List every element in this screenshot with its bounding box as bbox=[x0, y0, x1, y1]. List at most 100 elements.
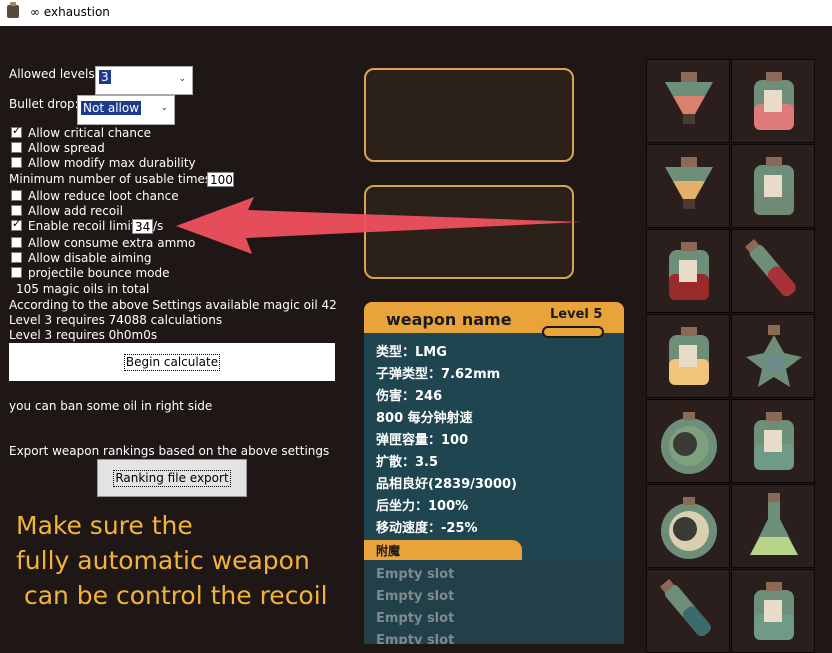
checkbox-allow-spread[interactable]: Allow spread bbox=[11, 141, 105, 155]
checkbox-label: Allow consume extra ammo bbox=[28, 236, 196, 250]
oil-potion-icon bbox=[754, 582, 794, 640]
checkbox-label: projectile bounce mode bbox=[28, 266, 170, 280]
calc-count-text: Level 3 requires 74088 calculations bbox=[9, 313, 223, 327]
chevron-down-icon: ⌄ bbox=[178, 74, 186, 84]
weapon-name: weapon name bbox=[386, 310, 512, 329]
weapon-level: Level 5 bbox=[550, 307, 603, 322]
oil-potion-icon bbox=[744, 239, 796, 297]
stat-magazine: 弹匣容量：100 bbox=[376, 433, 469, 448]
checkbox-box[interactable] bbox=[11, 142, 22, 153]
recoil-unit: /s bbox=[153, 219, 164, 233]
oil-cell[interactable] bbox=[731, 144, 815, 228]
checkbox-box[interactable] bbox=[11, 237, 22, 248]
total-oils-text: 105 magic oils in total bbox=[16, 282, 150, 296]
checkbox-projectile-bounce[interactable]: projectile bounce mode bbox=[11, 266, 170, 280]
checkbox-allow-disable-aiming[interactable]: Allow disable aiming bbox=[11, 251, 152, 265]
weapon-card: weapon name Level 5 类型：LMG 子弹类型：7.62mm 伤… bbox=[364, 302, 624, 644]
stat-fire-rate: 800 每分钟射速 bbox=[376, 411, 473, 426]
checkbox-label: Allow disable aiming bbox=[28, 251, 152, 265]
oil-cell[interactable] bbox=[646, 144, 730, 228]
oil-cell[interactable] bbox=[731, 314, 815, 398]
oil-potion-icon bbox=[669, 327, 709, 385]
oil-cell[interactable] bbox=[646, 314, 730, 398]
checkbox-box[interactable] bbox=[11, 217, 22, 231]
allowed-levels-select[interactable]: 3 ⌄ bbox=[95, 66, 193, 95]
oil-potion-icon bbox=[669, 242, 709, 300]
stat-move-speed: 移动速度：-25% bbox=[376, 521, 478, 536]
checkbox-box[interactable] bbox=[11, 252, 22, 263]
enchant-slot[interactable]: Empty slot bbox=[376, 630, 454, 644]
checkbox-label: Allow spread bbox=[28, 141, 105, 155]
checkbox-box[interactable] bbox=[11, 205, 22, 216]
begin-calculate-button[interactable]: Begin calculate bbox=[9, 343, 335, 381]
ranking-export-button[interactable]: Ranking file export bbox=[97, 459, 247, 497]
allowed-levels-value: 3 bbox=[99, 70, 111, 84]
available-oils-text: According to the above Settings availabl… bbox=[9, 298, 337, 312]
min-usable-input[interactable]: 100 bbox=[207, 172, 234, 187]
bullet-drop-label: Bullet drop: bbox=[9, 97, 79, 111]
ranking-export-label: Ranking file export bbox=[113, 469, 231, 487]
checkbox-label: Allow add recoil bbox=[28, 204, 123, 218]
title-bar: ∞ exhaustion bbox=[0, 0, 832, 26]
note-line: Make sure the bbox=[16, 511, 193, 540]
stat-spread: 扩散：3.5 bbox=[376, 455, 439, 470]
oil-potion-icon bbox=[754, 72, 794, 130]
ban-hint-text: you can ban some oil in right side bbox=[9, 399, 213, 413]
oil-potion-icon bbox=[665, 72, 713, 124]
min-usable-label: Minimum number of usable times: bbox=[9, 172, 216, 186]
oil-cell[interactable] bbox=[731, 229, 815, 313]
window-title: ∞ exhaustion bbox=[30, 5, 110, 19]
oil-cell[interactable] bbox=[646, 569, 730, 653]
checkbox-allow-modify-durability[interactable]: Allow modify max durability bbox=[11, 156, 196, 170]
stat-recoil: 后坐力：100% bbox=[376, 499, 469, 514]
checkbox-allow-add-recoil[interactable]: Allow add recoil bbox=[11, 204, 123, 218]
recoil-limit-input[interactable]: 34 bbox=[132, 219, 153, 234]
oil-cell[interactable] bbox=[731, 59, 815, 143]
enchant-label: 附魔 bbox=[376, 544, 401, 558]
oil-potion-icon bbox=[661, 412, 717, 474]
oil-potion-icon bbox=[750, 493, 798, 555]
checkbox-allow-consume-extra-ammo[interactable]: Allow consume extra ammo bbox=[11, 236, 195, 250]
oil-potion-icon bbox=[661, 497, 717, 559]
bullet-drop-value: Not allow bbox=[81, 101, 142, 115]
chevron-down-icon: ⌄ bbox=[160, 103, 168, 113]
bullet-drop-select[interactable]: Not allow ⌄ bbox=[77, 95, 175, 125]
enchant-slot[interactable]: Empty slot bbox=[376, 608, 454, 630]
oil-cell[interactable] bbox=[731, 484, 815, 568]
oil-potion-icon bbox=[754, 157, 794, 215]
enchant-slot[interactable]: Empty slot bbox=[376, 564, 454, 586]
checkbox-box[interactable] bbox=[11, 124, 22, 138]
oil-cell[interactable] bbox=[646, 59, 730, 143]
annotation-note: Make sure the fully automatic weapon can… bbox=[16, 508, 328, 613]
calc-time-text: Level 3 requires 0h0m0s bbox=[9, 328, 158, 342]
checkbox-enable-recoil-limit[interactable]: Enable recoil limit bbox=[11, 217, 136, 233]
checkbox-label: Enable recoil limit bbox=[28, 219, 136, 233]
allowed-levels-label: Allowed levels: bbox=[9, 67, 99, 81]
weapon-preview-box[interactable] bbox=[364, 68, 574, 162]
level-pill bbox=[542, 326, 604, 338]
oil-potion-icon bbox=[754, 412, 794, 470]
stat-ammo: 子弹类型：7.62mm bbox=[376, 367, 501, 382]
stat-condition: 品相良好(2839/3000) bbox=[376, 477, 517, 492]
oil-cell[interactable] bbox=[646, 484, 730, 568]
oil-cell[interactable] bbox=[646, 399, 730, 483]
checkbox-label: Allow critical chance bbox=[28, 126, 151, 140]
checkbox-box[interactable] bbox=[11, 157, 22, 168]
oil-cell[interactable] bbox=[646, 229, 730, 313]
checkbox-allow-reduce-loot[interactable]: Allow reduce loot chance bbox=[11, 189, 179, 203]
note-line: fully automatic weapon bbox=[16, 546, 310, 575]
begin-calculate-label: Begin calculate bbox=[123, 353, 221, 371]
checkbox-box[interactable] bbox=[11, 190, 22, 201]
enchant-slot[interactable]: Empty slot bbox=[376, 586, 454, 608]
checkbox-label: Allow modify max durability bbox=[28, 156, 196, 170]
checkbox-label: Allow reduce loot chance bbox=[28, 189, 179, 203]
weapon-compare-box[interactable] bbox=[364, 185, 574, 279]
checkbox-allow-critical-chance[interactable]: Allow critical chance bbox=[11, 124, 151, 140]
checkbox-box[interactable] bbox=[11, 267, 22, 278]
export-hint-text: Export weapon rankings based on the abov… bbox=[9, 444, 330, 458]
oil-cell[interactable] bbox=[731, 399, 815, 483]
stat-type: 类型：LMG bbox=[376, 345, 447, 360]
app-icon bbox=[7, 2, 19, 18]
oil-cell[interactable] bbox=[731, 569, 815, 653]
oil-potion-icon bbox=[659, 579, 711, 637]
